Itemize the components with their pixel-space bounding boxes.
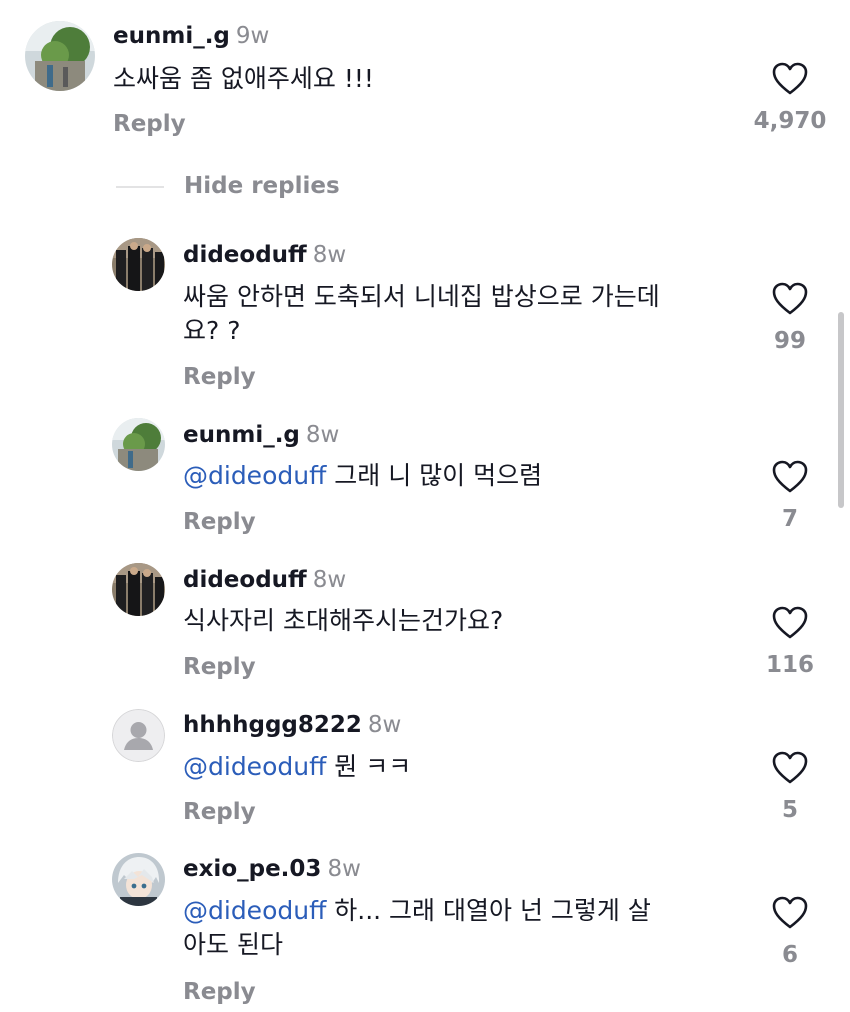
heart-outline-icon xyxy=(772,751,808,784)
reply-button[interactable]: Reply xyxy=(183,652,256,682)
comment-meta: eunmi_.g 8w xyxy=(183,420,339,450)
heart-outline-icon xyxy=(772,460,808,493)
avatar[interactable] xyxy=(25,21,95,91)
comment-text-line2: 아도 된다 xyxy=(183,930,283,959)
comment-text: @dideoduff 하... 그래 대열아 넌 그렇게 살 xyxy=(183,894,651,928)
username[interactable]: exio_pe.03 xyxy=(183,856,321,882)
like-count: 5 xyxy=(781,797,798,823)
like-button[interactable]: 5 xyxy=(750,751,830,825)
mention-link[interactable]: @dideoduff xyxy=(183,461,326,490)
reply-button[interactable]: Reply xyxy=(183,507,256,537)
comment-meta: dideoduff 8w xyxy=(183,565,346,595)
username[interactable]: dideoduff xyxy=(183,242,307,268)
comment-text: 싸움 안하면 도축되서 니네집 밥상으로 가는데 xyxy=(183,282,660,311)
comment-meta: dideoduff 8w xyxy=(183,240,346,270)
username[interactable]: hhhhggg8222 xyxy=(183,712,362,738)
like-button[interactable]: 6 xyxy=(750,896,830,970)
like-count: 116 xyxy=(765,652,814,678)
comment-meta: hhhhggg8222 8w xyxy=(183,710,401,740)
like-button[interactable]: 99 xyxy=(750,282,830,356)
heart-outline-icon xyxy=(772,282,808,315)
username[interactable]: eunmi_.g xyxy=(113,23,230,49)
avatar[interactable] xyxy=(112,563,165,616)
username[interactable]: eunmi_.g xyxy=(183,422,300,448)
comment-text-line2: 요? ? xyxy=(183,316,241,345)
avatar[interactable] xyxy=(112,853,165,906)
reply-button[interactable]: Reply xyxy=(183,362,256,392)
comment-text: 소싸움 좀 없애주세요 !!! xyxy=(113,64,374,93)
timestamp: 8w xyxy=(312,567,347,593)
like-count: 7 xyxy=(781,506,798,532)
comment-text: 식사자리 초대해주시는건가요? xyxy=(183,606,504,635)
timestamp: 8w xyxy=(327,856,361,882)
reply-button[interactable]: Reply xyxy=(183,797,256,827)
hide-replies-button[interactable]: Hide replies xyxy=(184,170,340,202)
reply-button[interactable]: Reply xyxy=(183,977,256,1007)
reply-button[interactable]: Reply xyxy=(113,109,186,139)
like-button[interactable]: 4,970 xyxy=(750,62,830,136)
avatar[interactable] xyxy=(112,238,165,291)
like-count: 4,970 xyxy=(753,108,827,134)
like-button[interactable]: 7 xyxy=(750,460,830,534)
mention-link[interactable]: @dideoduff xyxy=(183,752,326,781)
mention-link[interactable]: @dideoduff xyxy=(183,896,326,925)
comment-meta: exio_pe.03 8w xyxy=(183,854,361,884)
comment-body: 뭔 ㅋㅋ xyxy=(326,752,412,781)
comment-body: 그래 니 많이 먹으렴 xyxy=(326,461,543,490)
divider xyxy=(116,186,164,188)
heart-outline-icon xyxy=(772,606,808,639)
comment-text: @dideoduff 뭔 ㅋㅋ xyxy=(183,750,411,784)
timestamp: 8w xyxy=(367,712,402,738)
avatar[interactable] xyxy=(112,709,165,762)
comment-text: @dideoduff 그래 니 많이 먹으렴 xyxy=(183,459,542,493)
avatar[interactable] xyxy=(112,418,165,471)
scrollbar-thumb[interactable] xyxy=(838,312,844,508)
comment-body: 하... 그래 대열아 넌 그렇게 살 xyxy=(326,896,651,925)
comment-meta: eunmi_.g 9w xyxy=(113,21,269,51)
timestamp: 9w xyxy=(235,23,270,49)
like-count: 6 xyxy=(781,942,798,968)
timestamp: 8w xyxy=(312,242,347,268)
like-button[interactable]: 116 xyxy=(750,606,830,680)
username[interactable]: dideoduff xyxy=(183,567,307,593)
heart-outline-icon xyxy=(772,896,808,929)
heart-outline-icon xyxy=(772,62,808,95)
like-count: 99 xyxy=(773,328,806,354)
timestamp: 8w xyxy=(305,422,340,448)
